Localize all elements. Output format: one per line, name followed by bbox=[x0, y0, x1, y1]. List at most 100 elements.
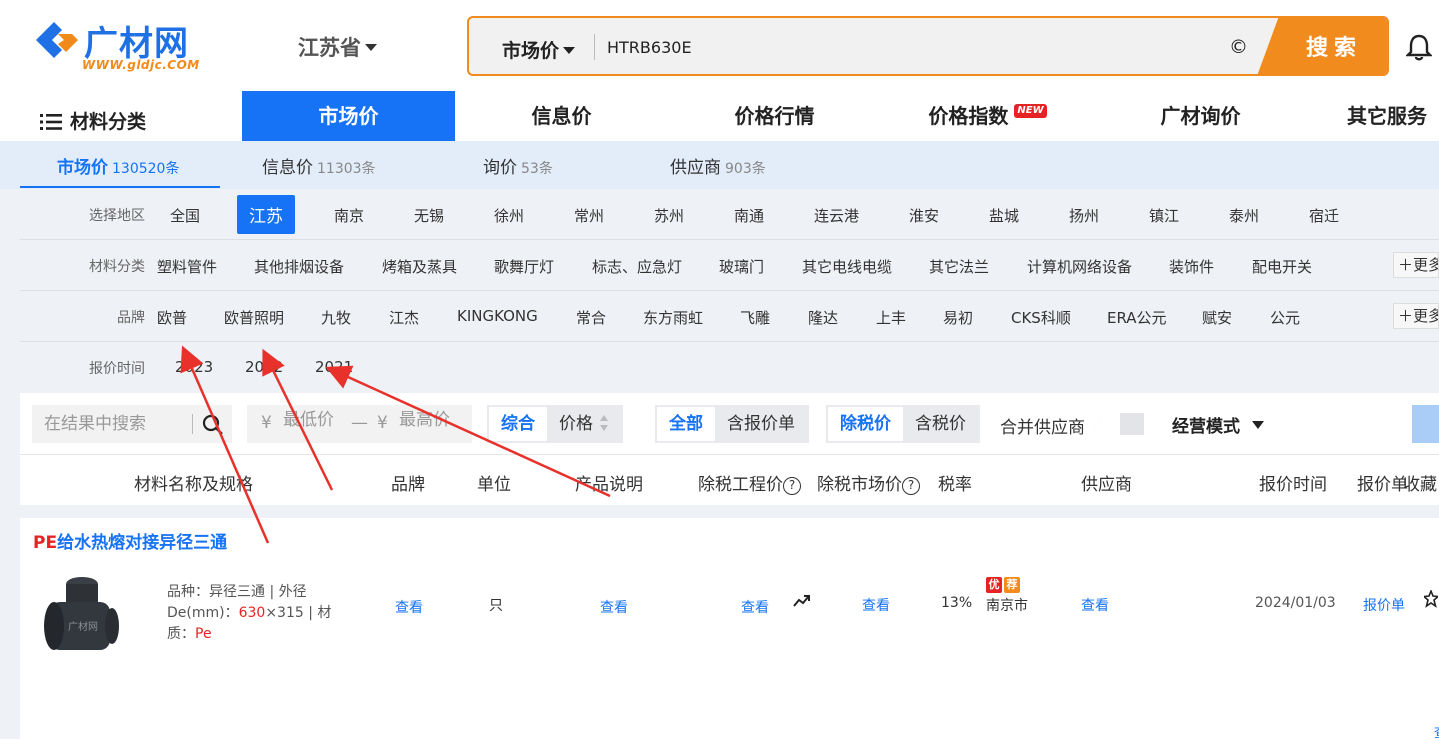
category-option[interactable]: 其它法兰 bbox=[929, 256, 989, 277]
material-categories-menu[interactable]: 材料分类 bbox=[40, 107, 146, 134]
search-button[interactable]: 搜索 bbox=[1257, 18, 1387, 74]
quote-sheet-link[interactable]: 报价单 bbox=[1363, 595, 1405, 615]
category-option[interactable]: 其他排烟设备 bbox=[254, 256, 344, 277]
region-option[interactable]: 盐城 bbox=[989, 205, 1019, 226]
region-option[interactable]: 南京 bbox=[334, 205, 364, 226]
nav-other-services[interactable]: 其它服务 bbox=[1307, 91, 1439, 141]
category-option[interactable]: 歌舞厅灯 bbox=[494, 256, 554, 277]
tab-info-price[interactable]: 信息价 11303条 bbox=[262, 153, 376, 178]
supplier-view-link[interactable]: 查看 bbox=[1081, 595, 1109, 615]
sort-comprehensive[interactable]: 综合 bbox=[489, 407, 547, 441]
brand-option[interactable]: 九牧 bbox=[321, 307, 351, 328]
brand-option[interactable]: ERA公元 bbox=[1107, 307, 1167, 328]
brand-option[interactable]: KINGKONG bbox=[457, 307, 538, 325]
region-option-selected[interactable]: 江苏 bbox=[237, 195, 295, 234]
region-option[interactable]: 泰州 bbox=[1229, 205, 1259, 226]
region-option[interactable]: 淮安 bbox=[909, 205, 939, 226]
region-option[interactable]: 全国 bbox=[170, 205, 200, 226]
region-option[interactable]: 连云港 bbox=[814, 205, 859, 226]
product-title-link[interactable]: PE给水热熔对接异径三通 bbox=[33, 528, 227, 553]
help-icon[interactable]: ? bbox=[783, 477, 801, 495]
tab-supplier[interactable]: 供应商 903条 bbox=[670, 153, 766, 178]
year-option[interactable]: 2021 bbox=[315, 358, 353, 376]
year-option[interactable]: 2022 bbox=[245, 358, 283, 376]
bell-icon[interactable] bbox=[1406, 33, 1432, 61]
region-option[interactable]: 宿迁 bbox=[1309, 205, 1339, 226]
price-min-input[interactable] bbox=[283, 410, 353, 430]
brand-option[interactable]: 隆达 bbox=[808, 307, 838, 328]
category-option[interactable]: 计算机网络设备 bbox=[1027, 256, 1132, 277]
site-logo[interactable]: 广材网 WWW.gldjc.COM bbox=[32, 14, 207, 76]
merge-suppliers-switch[interactable] bbox=[1092, 413, 1144, 435]
spec-text: 质： bbox=[167, 626, 195, 642]
region-option[interactable]: 苏州 bbox=[654, 205, 684, 226]
trend-up-icon[interactable] bbox=[793, 594, 811, 608]
search-icon[interactable] bbox=[202, 414, 224, 436]
category-option[interactable]: 标志、应急灯 bbox=[592, 256, 682, 277]
sort-arrows-icon bbox=[600, 415, 608, 431]
merge-suppliers-label: 合并供应商 bbox=[1000, 418, 1085, 438]
result-search-input[interactable] bbox=[44, 411, 194, 437]
region-option[interactable]: 扬州 bbox=[1069, 205, 1099, 226]
brand-view-link[interactable]: 查看 bbox=[395, 597, 423, 617]
product-image[interactable]: 广材网 bbox=[42, 572, 122, 662]
region-selector[interactable]: 江苏省 bbox=[298, 32, 377, 62]
search-scope-dropdown[interactable]: 市场价 bbox=[502, 36, 576, 63]
year-option[interactable]: 2023 bbox=[175, 358, 213, 376]
clear-icon[interactable]: © bbox=[1229, 36, 1248, 58]
nav-price-trend[interactable]: 价格行情 bbox=[668, 91, 881, 141]
table-header: 材料名称及规格 品牌 单位 产品说明 除税工程价? 除税市场价? 税率 供应商 … bbox=[20, 455, 1439, 505]
description-view-link[interactable]: 查看 bbox=[600, 597, 628, 617]
col-eng-price: 除税工程价? bbox=[698, 470, 801, 495]
price-max-input[interactable] bbox=[399, 410, 469, 430]
category-option[interactable]: 烤箱及蒸具 bbox=[382, 256, 457, 277]
tax-excluded[interactable]: 除税价 bbox=[828, 407, 903, 441]
nav-inquiry[interactable]: 广材询价 bbox=[1094, 91, 1307, 141]
spec-line: De(mm)：630×315 | 材 bbox=[167, 603, 337, 624]
category-option[interactable]: 塑料管件 bbox=[157, 256, 217, 277]
brand-option[interactable]: CKS科顺 bbox=[1011, 307, 1071, 328]
nav-market-price[interactable]: 市场价 bbox=[242, 91, 455, 141]
business-mode-dropdown[interactable]: 经营模式 bbox=[1172, 412, 1264, 437]
region-option[interactable]: 南通 bbox=[734, 205, 764, 226]
region-option[interactable]: 常州 bbox=[574, 205, 604, 226]
region-option[interactable]: 镇江 bbox=[1149, 205, 1179, 226]
more-brands-button[interactable]: ＋更多 bbox=[1393, 303, 1439, 329]
new-badge: NEW bbox=[1014, 104, 1047, 118]
sort-price[interactable]: 价格 bbox=[547, 407, 621, 441]
view-link[interactable]: 查 bbox=[1434, 722, 1439, 739]
category-option[interactable]: 其它电线电缆 bbox=[802, 256, 892, 277]
region-option[interactable]: 无锡 bbox=[414, 205, 444, 226]
category-option[interactable]: 装饰件 bbox=[1169, 256, 1214, 277]
brand-option[interactable]: 江杰 bbox=[389, 307, 419, 328]
quote-with-sheet[interactable]: 含报价单 bbox=[715, 407, 807, 441]
bookmark-icon[interactable] bbox=[1424, 590, 1438, 608]
brand-option[interactable]: 欧普 bbox=[157, 307, 187, 328]
region-option[interactable]: 徐州 bbox=[494, 205, 524, 226]
brand-option[interactable]: 飞雕 bbox=[740, 307, 770, 328]
brand-option[interactable]: 上丰 bbox=[876, 307, 906, 328]
quote-all[interactable]: 全部 bbox=[657, 407, 715, 441]
eng-price-view-link[interactable]: 查看 bbox=[741, 597, 769, 617]
tab-inquiry[interactable]: 询价 53条 bbox=[483, 153, 553, 178]
category-option[interactable]: 配电开关 bbox=[1252, 256, 1312, 277]
toolbar-action-button[interactable] bbox=[1412, 405, 1439, 443]
tax-included[interactable]: 含税价 bbox=[903, 407, 978, 441]
brand-option[interactable]: 欧普照明 bbox=[224, 307, 284, 328]
market-price-view-link[interactable]: 查看 bbox=[862, 595, 890, 615]
brand-option[interactable]: 赋安 bbox=[1202, 307, 1232, 328]
category-option[interactable]: 玻璃门 bbox=[719, 256, 764, 277]
col-eng-price-label: 除税工程价 bbox=[698, 475, 783, 495]
brand-option[interactable]: 常合 bbox=[576, 307, 606, 328]
tab-market-price[interactable]: 市场价 130520条 bbox=[57, 153, 179, 178]
more-categories-button[interactable]: ＋更多 bbox=[1393, 252, 1439, 278]
brand-option[interactable]: 易初 bbox=[943, 307, 973, 328]
nav-price-index[interactable]: 价格指数 NEW bbox=[881, 91, 1094, 141]
nav-info-price[interactable]: 信息价 bbox=[455, 91, 668, 141]
search-input[interactable] bbox=[607, 32, 1207, 62]
premium-badge: 优 bbox=[986, 577, 1002, 593]
brand-option[interactable]: 公元 bbox=[1270, 307, 1300, 328]
brand-option[interactable]: 东方雨虹 bbox=[643, 307, 703, 328]
help-icon[interactable]: ? bbox=[902, 477, 920, 495]
sort-price-label: 价格 bbox=[559, 414, 593, 434]
